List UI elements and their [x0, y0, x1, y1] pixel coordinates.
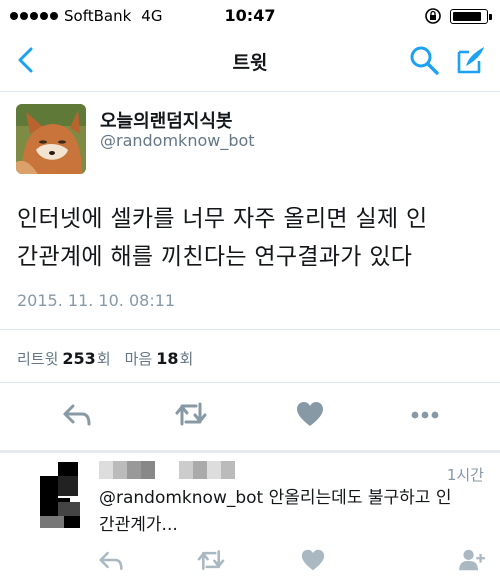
reply-text: @randomknow_bot 안올리는데도 불구하고 인 간관계가... [99, 485, 489, 539]
reply-time: 1시간 [446, 466, 484, 484]
rotation-lock-icon [425, 8, 441, 24]
retweets-count[interactable]: 253 [62, 349, 95, 368]
battery-icon [450, 8, 492, 24]
tweet-text-line: 인터넷에 셀카를 너무 자주 올리면 실제 인 [17, 206, 428, 232]
nav-bar: 트윗 [0, 30, 500, 92]
more-icon[interactable] [410, 400, 440, 428]
status-bar: SoftBank 4G 10:47 [0, 0, 500, 30]
likes-count[interactable]: 18 [156, 349, 178, 368]
reply-text-line: 간관계가... [99, 515, 178, 535]
likes-unit: 회 [179, 350, 194, 368]
tweet-timestamp: 2015. 11. 10. 08:11 [17, 291, 176, 310]
follow-user-icon[interactable] [458, 548, 486, 572]
search-icon[interactable] [408, 44, 440, 76]
retweets-label: 리트윗 [17, 350, 59, 368]
retweet-icon[interactable] [174, 400, 208, 428]
tweet-text-line: 간관계에 해를 끼친다는 연구결과가 있다 [17, 244, 413, 270]
reply-icon[interactable] [98, 548, 124, 572]
tweet-stats: 리트윗 253 회 마음 18 회 [17, 348, 193, 369]
reply-avatar[interactable] [40, 462, 80, 528]
reply-author-redacted[interactable] [99, 461, 259, 479]
section-divider [0, 450, 500, 453]
avatar[interactable] [16, 104, 86, 174]
likes-label: 마음 [124, 350, 153, 368]
reply-icon[interactable] [62, 400, 92, 428]
retweets-unit: 회 [96, 350, 111, 368]
tweet-text: 인터넷에 셀카를 너무 자주 올리면 실제 인 간관계에 해를 끼친다는 연구결… [17, 200, 487, 276]
reply-text-line: @randomknow_bot 안올리는데도 불구하고 인 [99, 488, 452, 508]
user-handle[interactable]: @randomknow_bot [100, 131, 255, 150]
heart-icon[interactable] [300, 548, 326, 572]
display-name[interactable]: 오늘의랜덤지식봇 [100, 107, 232, 133]
divider [0, 329, 500, 330]
retweet-icon[interactable] [196, 548, 226, 572]
divider [0, 382, 500, 383]
compose-icon[interactable] [455, 44, 487, 76]
heart-icon[interactable] [295, 400, 325, 428]
